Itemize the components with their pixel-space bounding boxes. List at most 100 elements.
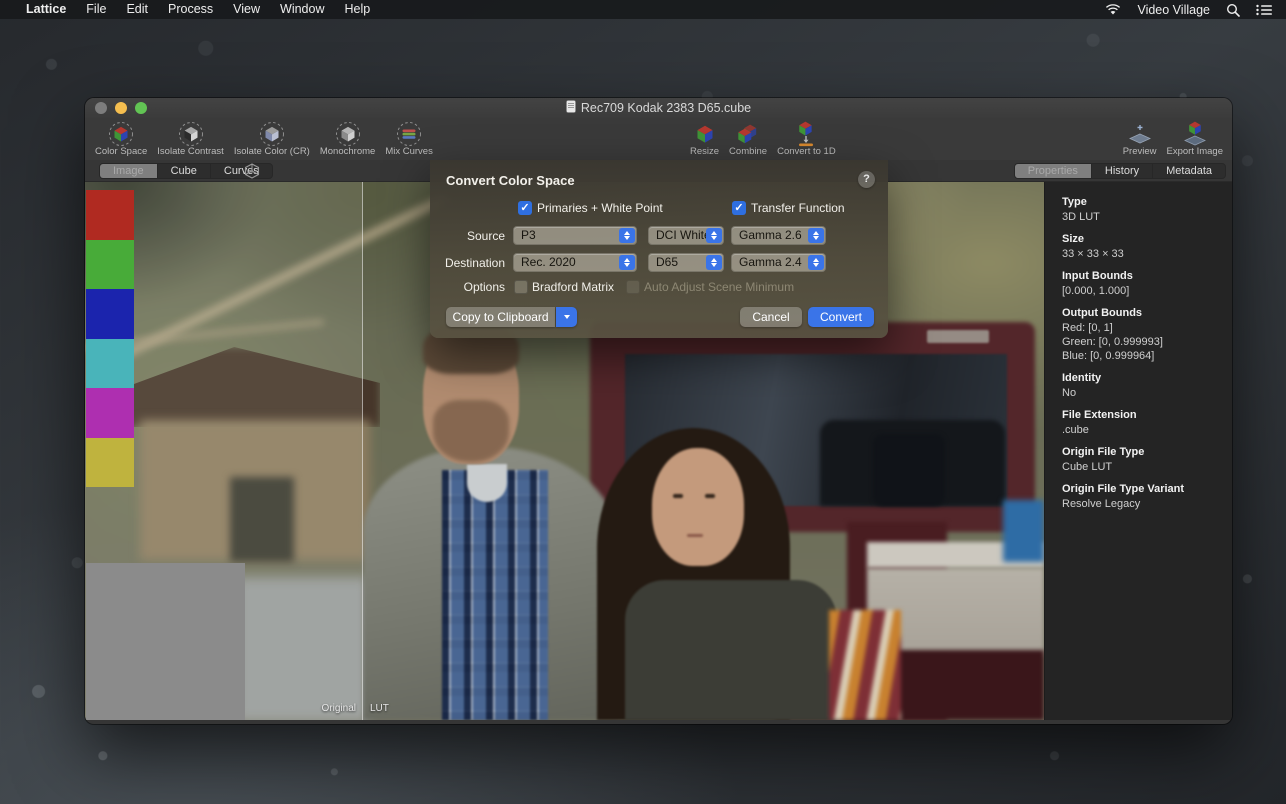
wifi-icon[interactable]	[1105, 4, 1121, 16]
scene-man-beard	[433, 400, 509, 462]
primaries-checkbox[interactable]: ✓	[518, 201, 532, 215]
property-value: 3D LUT	[1062, 210, 1232, 224]
tab-cube[interactable]: Cube	[158, 164, 211, 178]
menu-item-process[interactable]: Process	[158, 0, 223, 19]
toolbar-label: Color Space	[95, 146, 147, 157]
property-output-bounds: Output Bounds Red: [0, 1] Green: [0, 0.9…	[1062, 307, 1232, 363]
property-label: File Extension	[1062, 409, 1232, 421]
bradford-matrix-checkbox[interactable]	[514, 280, 528, 294]
gray-card-swatch	[86, 563, 245, 720]
property-value: 33 × 33 × 33	[1062, 247, 1232, 261]
preview-plane-icon	[1127, 120, 1153, 147]
cube-wireframe-button[interactable]	[242, 163, 262, 179]
source-gamma-dropdown[interactable]: Gamma 2.6	[731, 226, 826, 245]
scene-blue-car	[1003, 500, 1044, 562]
scene-truck-cargo	[873, 434, 945, 506]
property-label: Size	[1062, 233, 1232, 245]
toolbar-monochrome-button[interactable]: Monochrome	[315, 120, 380, 157]
help-button[interactable]: ?	[858, 171, 875, 188]
window-title: Rec709 Kodak 2383 D65.cube	[581, 101, 751, 115]
swatch-magenta	[86, 388, 134, 438]
status-user-name[interactable]: Video Village	[1137, 3, 1210, 17]
menu-item-edit[interactable]: Edit	[116, 0, 158, 19]
toolbar-label: Isolate Contrast	[157, 146, 224, 157]
property-value: Cube LUT	[1062, 460, 1232, 474]
title-bar[interactable]: Rec709 Kodak 2383 D65.cube	[85, 98, 1232, 118]
property-label: Origin File Type Variant	[1062, 483, 1232, 495]
menu-item-view[interactable]: View	[223, 0, 270, 19]
swatch-green	[86, 240, 134, 290]
scene-man-tshirt	[467, 464, 507, 502]
scene-girl-face	[652, 448, 744, 566]
toolbar-label: Export Image	[1167, 146, 1224, 157]
property-value: Red: [0, 1]	[1062, 321, 1232, 335]
tab-properties[interactable]: Properties	[1015, 164, 1092, 178]
toolbar-mix-curves-button[interactable]: Mix Curves	[380, 120, 438, 157]
scene-girl-cardigan	[829, 610, 901, 720]
stepper-icon	[706, 228, 722, 243]
menu-item-window[interactable]: Window	[270, 0, 334, 19]
property-identity: Identity No	[1062, 372, 1232, 400]
test-swatch-column	[86, 190, 134, 487]
dropdown-value: Gamma 2.6	[739, 228, 802, 242]
convert-color-space-dialog: Convert Color Space ? ✓ Primaries + Whit…	[430, 160, 888, 338]
toolbar-label: Isolate Color (CR)	[234, 146, 310, 157]
toolbar-color-space-button[interactable]: Color Space	[90, 120, 152, 157]
swatch-teal	[86, 339, 134, 389]
cancel-button[interactable]: Cancel	[740, 307, 802, 327]
toolbar-label: Mix Curves	[385, 146, 433, 157]
toolbar-preview-button[interactable]: Preview	[1118, 120, 1162, 157]
zoom-button[interactable]	[135, 102, 147, 114]
search-icon[interactable]	[1226, 3, 1240, 17]
toolbar-isolate-contrast-button[interactable]: Isolate Contrast	[152, 120, 229, 157]
menu-item-lattice[interactable]: Lattice	[16, 0, 76, 19]
tab-metadata[interactable]: Metadata	[1153, 164, 1225, 178]
swatch-red	[86, 190, 134, 240]
property-origin-file-type-variant: Origin File Type Variant Resolve Legacy	[1062, 483, 1232, 511]
split-divider[interactable]	[362, 182, 363, 720]
property-input-bounds: Input Bounds [0.000, 1.000]	[1062, 270, 1232, 298]
transfer-checkbox[interactable]: ✓	[732, 201, 746, 215]
property-label: Input Bounds	[1062, 270, 1232, 282]
scene-girl-mouth	[687, 534, 703, 537]
destination-gamma-dropdown[interactable]: Gamma 2.4	[731, 253, 826, 272]
menu-item-help[interactable]: Help	[335, 0, 381, 19]
toolbar-isolate-color-button[interactable]: Isolate Color (CR)	[229, 120, 315, 157]
panel-segmented-control: Properties History Metadata	[1014, 163, 1226, 179]
lattice-window: Rec709 Kodak 2383 D65.cube Color Space I…	[85, 98, 1232, 724]
toolbar-export-image-button[interactable]: Export Image	[1162, 120, 1229, 157]
copy-menu-chevron-button[interactable]	[556, 307, 577, 327]
toolbar-label: Convert to 1D	[777, 146, 836, 157]
source-colorspace-dropdown[interactable]: P3	[513, 226, 637, 245]
dropdown-value: P3	[521, 228, 536, 242]
minimize-button[interactable]	[115, 102, 127, 114]
auto-adjust-checkbox	[626, 280, 640, 294]
property-value: No	[1062, 386, 1232, 400]
toolbar-combine-button[interactable]: Combine	[724, 120, 772, 157]
property-origin-file-type: Origin File Type Cube LUT	[1062, 446, 1232, 474]
resize-cube-icon	[693, 120, 717, 147]
scene-girl-eye	[705, 494, 715, 498]
destination-whitepoint-dropdown[interactable]: D65	[648, 253, 724, 272]
property-value: .cube	[1062, 423, 1232, 437]
property-file-extension: File Extension .cube	[1062, 409, 1232, 437]
scene-girl-eye	[673, 494, 683, 498]
toolbar-label: Monochrome	[320, 146, 375, 157]
destination-colorspace-dropdown[interactable]: Rec. 2020	[513, 253, 637, 272]
tab-history[interactable]: History	[1092, 164, 1153, 178]
source-whitepoint-dropdown[interactable]: DCI White	[648, 226, 724, 245]
convert-button[interactable]: Convert	[808, 307, 874, 327]
export-image-icon	[1182, 120, 1208, 147]
menu-item-file[interactable]: File	[76, 0, 116, 19]
tab-image[interactable]: Image	[100, 164, 158, 178]
copy-to-clipboard-button[interactable]: Copy to Clipboard	[446, 307, 555, 327]
toolbar-label: Combine	[729, 146, 767, 157]
property-label: Output Bounds	[1062, 307, 1232, 319]
toolbar-resize-button[interactable]: Resize	[685, 120, 724, 157]
dropdown-value: Gamma 2.4	[739, 255, 802, 269]
bradford-matrix-label: Bradford Matrix	[532, 280, 614, 295]
menu-list-icon[interactable]	[1256, 4, 1272, 16]
toolbar-convert-to-1d-button[interactable]: Convert to 1D	[772, 120, 841, 157]
close-button[interactable]	[95, 102, 107, 114]
stepper-icon	[808, 255, 824, 270]
